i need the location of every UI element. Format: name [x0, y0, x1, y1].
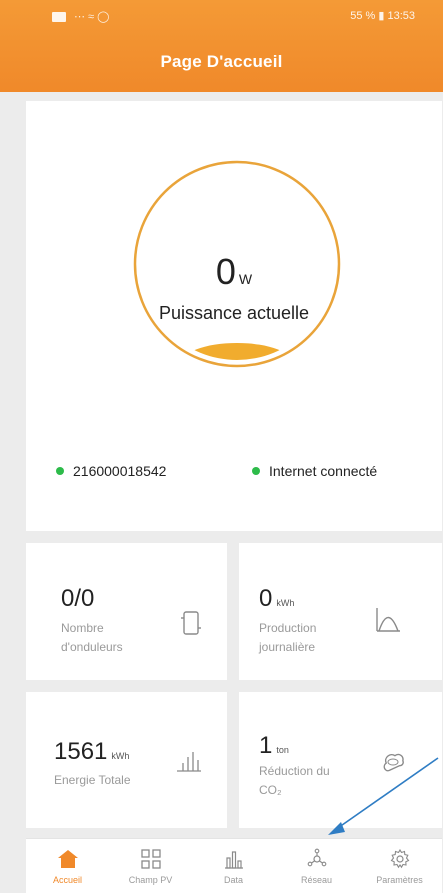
tile-value-number: 0/0 [61, 585, 95, 612]
power-number: 0 [215, 251, 236, 292]
bottom-navigation: Accueil Champ PV Data Réseau Paramètres [26, 838, 442, 893]
tile-value: 1 ton [259, 732, 289, 760]
bar-chart-icon [177, 752, 201, 772]
tile-label-line2: d'onduleurs [61, 640, 123, 654]
internet-status-label: Internet connecté [269, 463, 378, 479]
tile-value: 1561 kWh [54, 738, 129, 766]
co2-reduction-tile[interactable]: 1 ton Réduction du CO₂ [239, 692, 442, 828]
tile-label-line2: journalière [259, 640, 316, 654]
tile-label: Réduction du CO₂ [259, 762, 330, 800]
device-serial-status: 216000018542 [56, 463, 166, 479]
nav-label: Accueil [52, 875, 82, 885]
tile-label-line1: Nombre [61, 621, 104, 635]
nav-label: Champ PV [128, 875, 173, 885]
tile-label-line1: Production [259, 621, 317, 635]
inverter-count-tile[interactable]: 0/0 Nombre d'onduleurs [26, 543, 227, 680]
grid-icon [140, 849, 161, 869]
tile-label: Nombre d'onduleurs [61, 619, 123, 657]
status-bar-left: ⋯ ≈ ◯ [52, 10, 109, 23]
network-icon [307, 848, 326, 867]
tile-label-line2: CO₂ [259, 783, 282, 797]
power-card: 0W Puissance actuelle 216000018542 Inter… [26, 101, 442, 531]
status-bar: ⋯ ≈ ◯ 55 % ▮ 13:53 [0, 0, 443, 34]
tile-value-number: 0 [259, 585, 273, 612]
tile-value-number: 1 [259, 732, 273, 759]
tile-value: 0/0 [61, 585, 98, 613]
nav-data[interactable]: Data [192, 847, 275, 885]
nav-label: Paramètres [376, 875, 423, 885]
device-serial: 216000018542 [73, 463, 167, 479]
co2-cloud-icon [383, 753, 404, 772]
nav-champ-pv[interactable]: Champ PV [109, 847, 192, 885]
page-title: Page D'accueil [160, 52, 283, 71]
home-icon [57, 850, 78, 868]
status-bar-left-text: ⋯ ≈ ◯ [74, 11, 110, 23]
nav-label: Réseau [300, 875, 333, 885]
notification-icon [52, 11, 66, 22]
status-bar-right-text: 55 % ▮ 13:53 [350, 10, 415, 22]
tile-value-unit: kWh [276, 598, 295, 608]
tile-label: Production journalière [259, 619, 316, 657]
production-curve-icon [376, 608, 400, 632]
nav-parametres[interactable]: Paramètres [358, 847, 441, 885]
total-energy-tile[interactable]: 1561 kWh Energie Totale [26, 692, 227, 828]
tile-value-number: 1561 [54, 738, 108, 765]
app-header: ⋯ ≈ ◯ 55 % ▮ 13:53 Page D'accueil [0, 0, 443, 92]
data-chart-icon [224, 851, 243, 869]
nav-label: Data [223, 875, 243, 885]
power-label: Puissance actuelle [158, 303, 310, 323]
tile-value: 0 kWh [259, 585, 294, 613]
green-status-dot [252, 467, 260, 475]
daily-production-tile[interactable]: 0 kWh Production journalière [239, 543, 442, 680]
power-value: 0W [26, 251, 442, 293]
tile-value-unit: ton [276, 745, 289, 755]
settings-gear-icon [390, 848, 409, 869]
nav-accueil[interactable]: Accueil [26, 847, 109, 885]
internet-status: Internet connecté [252, 463, 377, 479]
tile-label-line1: Réduction du [259, 764, 330, 778]
tile-value-unit: kWh [111, 751, 130, 761]
green-status-dot [56, 467, 64, 475]
inverter-icon [181, 611, 201, 635]
power-unit: W [238, 271, 253, 287]
tile-label-line1: Energie Totale [54, 773, 131, 787]
nav-reseau[interactable]: Réseau [275, 847, 358, 885]
tile-label: Energie Totale [54, 771, 131, 790]
